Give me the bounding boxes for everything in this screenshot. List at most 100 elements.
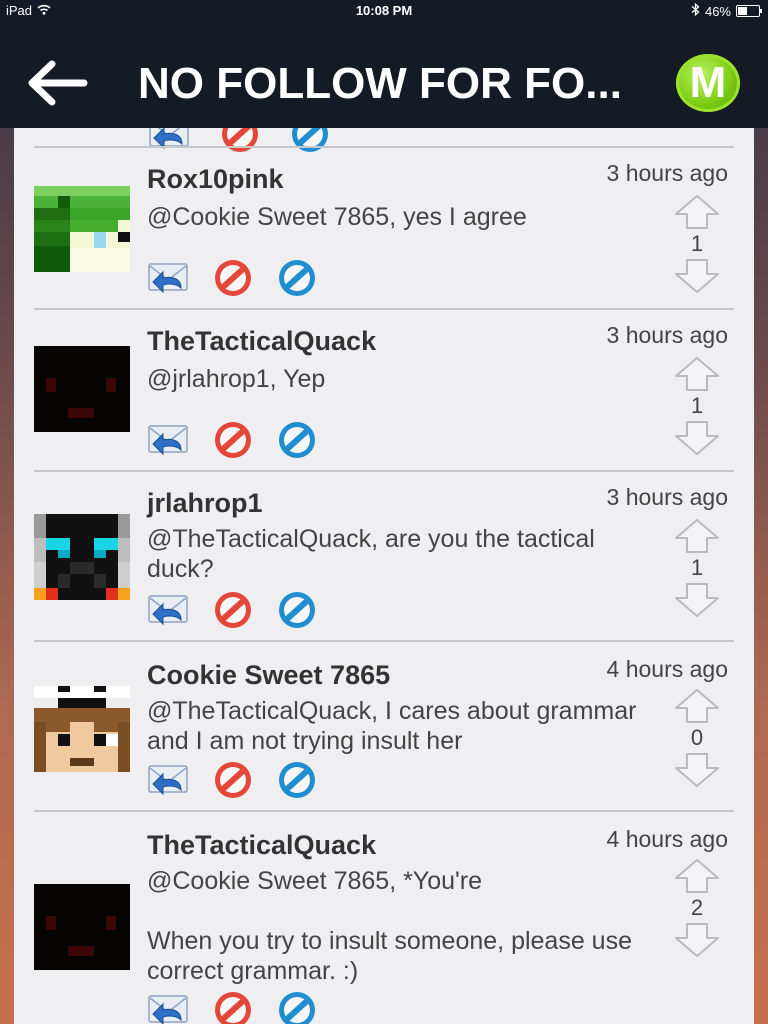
reply-icon: [147, 258, 191, 298]
comment-item: TheTacticalQuack 4 hours ago @Cookie Swe…: [34, 810, 734, 1024]
vote-count: 0: [690, 725, 704, 750]
downvote-button[interactable]: [674, 258, 720, 294]
vote-control: 1: [674, 356, 720, 456]
battery-icon: [736, 5, 762, 17]
hide-icon: [275, 258, 319, 298]
username[interactable]: TheTacticalQuack: [147, 830, 376, 861]
hide-icon: [275, 420, 319, 460]
downvote-button[interactable]: [674, 922, 720, 958]
reply-icon: [147, 590, 191, 630]
timestamp: 4 hours ago: [606, 826, 728, 852]
vote-count: 2: [690, 895, 704, 920]
comment-item: Rox10pink 3 hours ago @Cookie Sweet 7865…: [34, 146, 734, 310]
block-icon: [211, 590, 255, 630]
username[interactable]: jrlahrop1: [147, 488, 263, 519]
vote-control: 2: [674, 858, 720, 958]
up-arrow-icon: [674, 688, 720, 724]
block-icon: [211, 990, 255, 1024]
downvote-button[interactable]: [674, 582, 720, 618]
hide-button[interactable]: [275, 990, 319, 1024]
block-button[interactable]: [211, 990, 255, 1024]
upvote-button[interactable]: [674, 518, 720, 554]
comment-actions: [147, 258, 319, 298]
back-arrow-icon: [28, 60, 88, 106]
comment-text: @TheTacticalQuack, I cares about grammar…: [147, 697, 644, 755]
comment-item: jrlahrop1 3 hours ago @TheTacticalQuack,…: [34, 470, 734, 642]
timestamp: 3 hours ago: [606, 322, 728, 348]
reply-button[interactable]: [147, 258, 191, 298]
vote-control: 0: [674, 688, 720, 788]
block-button[interactable]: [211, 760, 255, 800]
comment-actions: [147, 760, 319, 800]
up-arrow-icon: [674, 518, 720, 554]
hide-button[interactable]: [275, 760, 319, 800]
hide-icon: [275, 590, 319, 630]
reply-button[interactable]: [147, 420, 191, 460]
status-bar: iPad 10:08 PM 46%: [0, 0, 768, 22]
avatar[interactable]: [34, 884, 130, 970]
avatar[interactable]: [34, 514, 130, 600]
comment-text: @Cookie Sweet 7865, yes I agree: [147, 203, 527, 231]
timestamp: 3 hours ago: [606, 484, 728, 510]
reply-button[interactable]: [147, 760, 191, 800]
up-arrow-icon: [674, 356, 720, 392]
upvote-button[interactable]: [674, 688, 720, 724]
reply-icon: [147, 420, 191, 460]
block-icon: [211, 420, 255, 460]
username[interactable]: Rox10pink: [147, 164, 284, 195]
downvote-button[interactable]: [674, 752, 720, 788]
comment-actions: [147, 590, 319, 630]
comment-actions: [147, 420, 319, 460]
timestamp: 3 hours ago: [606, 160, 728, 186]
bluetooth-icon: [691, 2, 700, 19]
hide-icon: [275, 760, 319, 800]
upvote-button[interactable]: [674, 858, 720, 894]
block-button[interactable]: [211, 420, 255, 460]
upvote-button[interactable]: [674, 356, 720, 392]
hide-icon: [275, 990, 319, 1024]
downvote-button[interactable]: [674, 420, 720, 456]
vote-count: 1: [690, 231, 704, 256]
down-arrow-icon: [674, 582, 720, 618]
down-arrow-icon: [674, 922, 720, 958]
reply-icon: [147, 990, 191, 1024]
vote-count: 1: [690, 393, 704, 418]
comment-item: TheTacticalQuack 3 hours ago @jrlahrop1,…: [34, 308, 734, 472]
comment-text: @jrlahrop1, Yep: [147, 365, 326, 393]
down-arrow-icon: [674, 258, 720, 294]
vote-control: 1: [674, 518, 720, 618]
comment-item: Cookie Sweet 7865 4 hours ago @TheTactic…: [34, 640, 734, 812]
avatar[interactable]: [34, 686, 130, 772]
comment-text: @Cookie Sweet 7865, *You're When you try…: [147, 867, 632, 985]
block-icon: [211, 258, 255, 298]
vote-control: 1: [674, 194, 720, 294]
block-button[interactable]: [211, 258, 255, 298]
clock: 10:08 PM: [355, 3, 413, 18]
vote-count: 1: [690, 555, 704, 580]
comment-text: @TheTacticalQuack, are you the tactical …: [147, 525, 602, 583]
up-arrow-icon: [674, 858, 720, 894]
battery-percent: 46%: [704, 3, 731, 19]
comment-actions: [147, 990, 319, 1024]
block-icon: [211, 760, 255, 800]
hide-button[interactable]: [275, 420, 319, 460]
block-button[interactable]: [211, 590, 255, 630]
avatar[interactable]: [34, 346, 130, 432]
username[interactable]: Cookie Sweet 7865: [147, 660, 390, 691]
back-button[interactable]: [26, 58, 88, 108]
reply-button[interactable]: [147, 990, 191, 1024]
page-title: NO FOLLOW FOR FO...: [138, 59, 622, 108]
upvote-button[interactable]: [674, 194, 720, 230]
hide-button[interactable]: [275, 258, 319, 298]
reply-button[interactable]: [147, 590, 191, 630]
reply-icon: [147, 760, 191, 800]
comments-list[interactable]: Rox10pink 3 hours ago @Cookie Sweet 7865…: [14, 128, 754, 1024]
down-arrow-icon: [674, 420, 720, 456]
avatar[interactable]: [34, 186, 130, 272]
timestamp: 4 hours ago: [606, 656, 728, 682]
app-logo-button[interactable]: M: [676, 54, 740, 112]
nav-bar: NO FOLLOW FOR FO... M: [0, 22, 768, 128]
hide-button[interactable]: [275, 590, 319, 630]
username[interactable]: TheTacticalQuack: [147, 326, 376, 357]
up-arrow-icon: [674, 194, 720, 230]
